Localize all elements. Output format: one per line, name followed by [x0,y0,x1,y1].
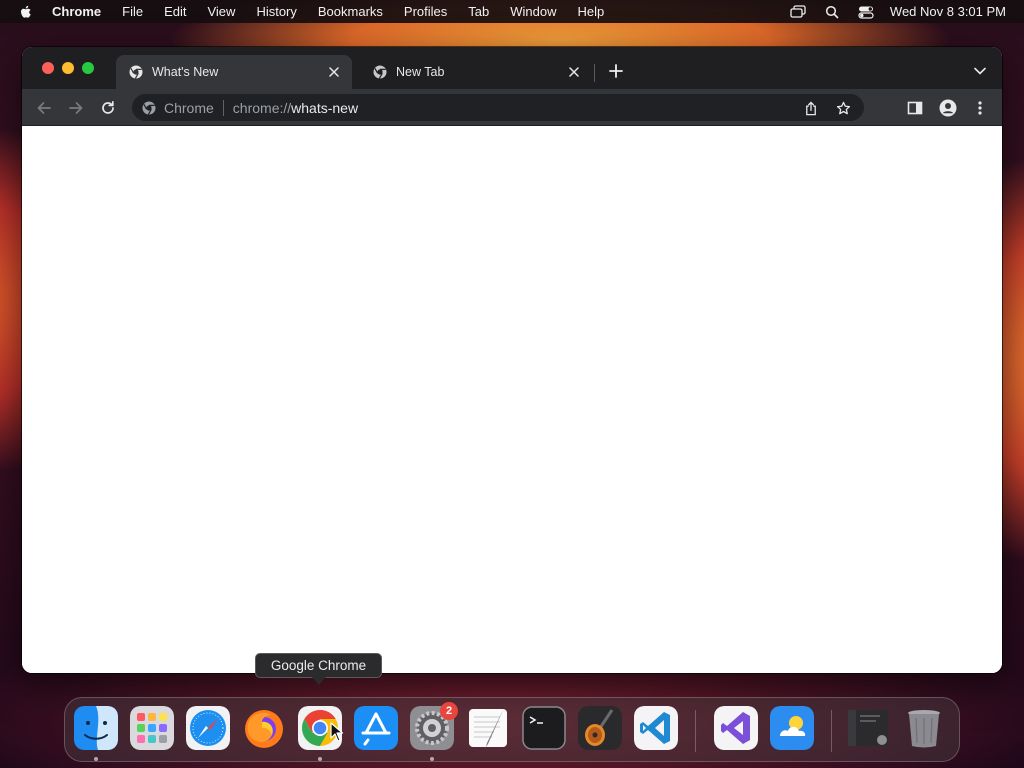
chevron-down-icon [974,67,986,75]
chrome-icon [373,65,387,79]
dock-separator [695,710,696,752]
dock-finder[interactable] [74,706,118,750]
trash-icon [908,710,940,748]
launchpad-icon [130,706,174,750]
profile-avatar-icon [939,99,957,117]
window-thumbnail-icon [848,710,888,746]
menu-bar-clock[interactable]: Wed Nov 8 3:01 PM [890,4,1006,19]
tab-whats-new[interactable]: What's New [116,55,352,89]
tab-close-button[interactable] [564,62,584,82]
menu-file[interactable]: File [122,4,143,19]
site-chip[interactable]: Chrome [164,100,214,116]
forward-button[interactable] [65,97,87,119]
browser-toolbar: Chrome chrome://whats-new [22,89,1002,126]
tab-new-tab[interactable]: New Tab [360,55,592,89]
dock-textedit[interactable] [466,706,510,750]
menu-bar-status-area: Wed Nov 8 3:01 PM [772,0,1006,23]
dock [64,697,960,762]
menu-help[interactable]: Help [578,4,605,19]
tab-close-button[interactable] [324,62,344,82]
textedit-icon [469,708,507,747]
app-store-icon [354,706,398,750]
url-host: whats-new [291,99,359,116]
notification-badge: 2 [440,702,458,720]
dock-firefox[interactable] [242,706,286,750]
firefox-icon [245,710,283,748]
profile-button[interactable] [937,97,959,119]
menu-bar: Chrome File Edit View History Bookmarks … [0,0,1024,23]
apple-menu-icon[interactable] [18,4,34,20]
page-content [22,126,1002,673]
window-zoom-button[interactable] [82,62,94,74]
finder-icon [74,706,118,750]
dock-terminal[interactable] [522,706,566,750]
running-indicator [94,757,98,761]
vscode-icon [634,706,678,750]
side-panel-button[interactable] [904,97,926,119]
close-icon [329,67,339,77]
control-center-icon[interactable] [858,5,874,19]
more-vertical-icon [978,101,982,115]
dock-minimized-window[interactable] [846,706,890,750]
chrome-icon [129,65,143,79]
menu-app-name[interactable]: Chrome [52,4,101,19]
arrow-right-icon [69,102,83,114]
share-icon [806,100,816,115]
dock-tooltip-arrow [312,677,326,685]
safari-icon [186,706,230,750]
reload-button[interactable] [97,97,119,119]
tab-title: What's New [152,65,219,79]
menu-window[interactable]: Window [510,4,556,19]
side-panel-icon [907,101,923,115]
share-button[interactable] [801,98,821,118]
dock-safari[interactable] [186,706,230,750]
weather-icon [770,706,814,750]
dock-trash[interactable] [902,706,946,750]
star-icon [836,101,850,114]
chrome-menu-button[interactable] [969,97,991,119]
plus-icon [609,64,623,78]
close-icon [569,67,579,77]
tab-title: New Tab [396,65,445,79]
arrow-left-icon [37,102,51,114]
menu-edit[interactable]: Edit [164,4,186,19]
chrome-window: What's New New Tab Chrome chrome:// what… [22,47,1002,673]
new-tab-button[interactable] [606,61,626,81]
menu-view[interactable]: View [207,4,235,19]
visual-studio-icon [714,706,758,750]
chrome-icon [142,101,156,115]
garageband-icon [578,706,622,750]
dock-separator [831,710,832,752]
menu-tab[interactable]: Tab [468,4,489,19]
reload-icon [102,100,114,114]
dock-tooltip: Google Chrome [255,653,382,678]
dock-app-store[interactable] [354,706,398,750]
dock-visual-studio-code[interactable] [634,706,678,750]
screen-mirroring-icon[interactable] [790,4,806,19]
menu-bookmarks[interactable]: Bookmarks [318,4,383,19]
tab-search-button[interactable] [970,61,990,81]
address-bar[interactable]: Chrome chrome://whats-new [132,94,864,121]
mouse-cursor-icon [330,722,344,742]
tab-strip: What's New New Tab [22,47,1002,89]
running-indicator [430,757,434,761]
dock-weather[interactable] [770,706,814,750]
dock-visual-studio[interactable] [714,706,758,750]
menu-history[interactable]: History [256,4,296,19]
dock-launchpad[interactable] [130,706,174,750]
running-indicator [318,757,322,761]
terminal-icon [522,706,566,750]
back-button[interactable] [33,97,55,119]
spotlight-search-icon[interactable] [824,5,840,19]
dock-garageband[interactable] [578,706,622,750]
window-close-button[interactable] [42,62,54,74]
window-minimize-button[interactable] [62,62,74,74]
url-scheme: chrome:// [232,99,292,116]
omnibox-divider [222,99,224,116]
bookmark-star-button[interactable] [833,98,853,118]
tab-separator [594,64,595,82]
menu-profiles[interactable]: Profiles [404,4,447,19]
